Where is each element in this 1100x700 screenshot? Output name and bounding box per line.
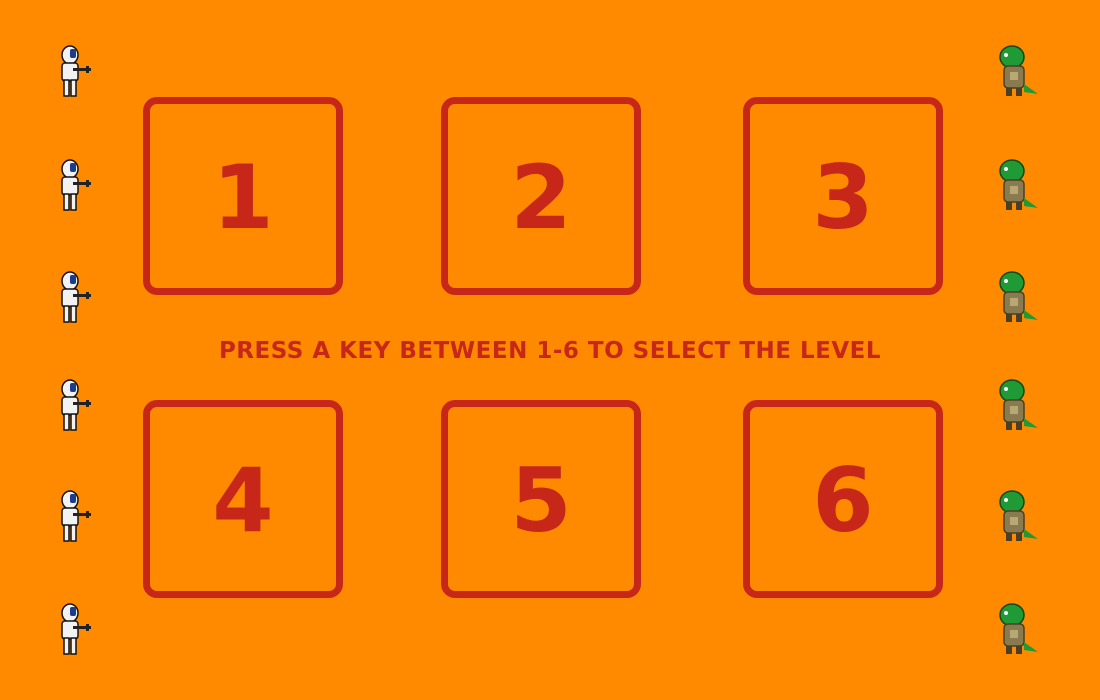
astronaut-soldier-icon <box>61 271 91 323</box>
level-6-button[interactable]: 6 <box>743 400 943 598</box>
green-dinosaur-icon <box>999 490 1038 541</box>
level-4-label: 4 <box>212 449 274 552</box>
astronaut-soldier-icon <box>61 159 91 211</box>
astronaut-soldier-icon <box>61 379 91 431</box>
level-4-button[interactable]: 4 <box>143 400 343 598</box>
green-dinosaur-icon <box>999 379 1038 430</box>
astronaut-soldier-icon <box>61 490 91 542</box>
astronaut-soldier-icon <box>61 45 91 97</box>
level-3-label: 3 <box>812 146 874 249</box>
level-3-button[interactable]: 3 <box>743 97 943 295</box>
level-1-button[interactable]: 1 <box>143 97 343 295</box>
instruction-text: PRESS A KEY BETWEEN 1-6 TO SELECT THE LE… <box>218 338 882 364</box>
level-5-label: 5 <box>510 449 572 552</box>
level-5-button[interactable]: 5 <box>441 400 641 598</box>
level-1-label: 1 <box>212 146 274 249</box>
level-2-button[interactable]: 2 <box>441 97 641 295</box>
green-dinosaur-icon <box>999 159 1038 210</box>
green-dinosaur-icon <box>999 45 1038 96</box>
green-dinosaur-icon <box>999 603 1038 654</box>
level-6-label: 6 <box>812 449 874 552</box>
astronaut-soldier-icon <box>61 603 91 655</box>
level-2-label: 2 <box>510 146 572 249</box>
green-dinosaur-icon <box>999 271 1038 322</box>
